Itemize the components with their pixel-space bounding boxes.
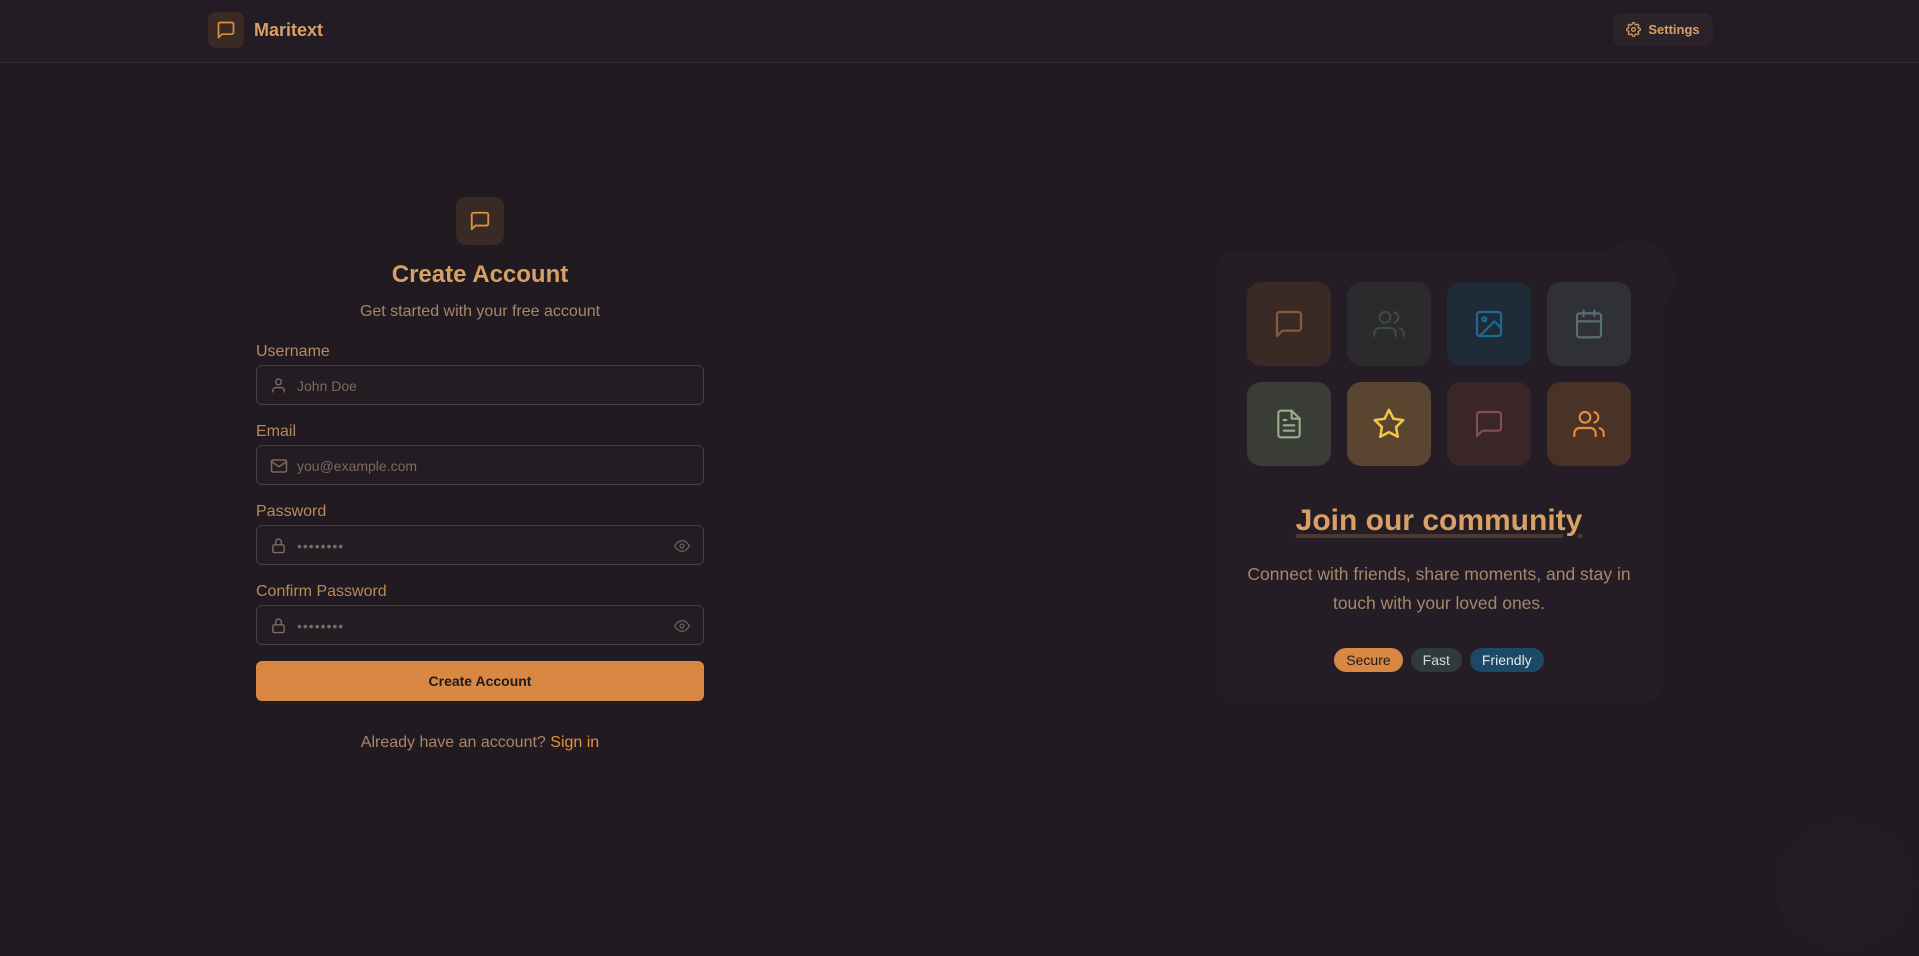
top-navbar: Maritext Settings	[0, 0, 1919, 63]
password-label: Password	[256, 503, 327, 520]
confirm-password-label: Confirm Password	[256, 583, 387, 600]
community-title-text: Join our community	[1295, 504, 1583, 537]
message-square-icon	[208, 12, 244, 48]
tile-documents	[1247, 382, 1331, 466]
signin-prompt: Already have an account? Sign in	[256, 734, 704, 752]
mail-icon	[270, 457, 288, 475]
community-title: Join our community	[1215, 504, 1663, 538]
settings-button[interactable]: Settings	[1613, 13, 1713, 46]
tile-messages	[1247, 282, 1331, 366]
message-square-icon	[1273, 308, 1305, 340]
tile-community	[1547, 382, 1631, 466]
page-title: Create Account	[391, 261, 569, 288]
lock-icon	[270, 537, 287, 554]
signup-form: Create Account Get started with your fre…	[256, 197, 704, 751]
username-label: Username	[256, 343, 330, 360]
email-placeholder: you@example.com	[297, 458, 418, 474]
gear-icon	[1626, 22, 1642, 37]
confirm-password-placeholder: ••••••••	[297, 618, 345, 634]
decorative-glow	[1775, 820, 1915, 950]
email-label: Email	[256, 423, 297, 440]
users-icon	[1373, 308, 1405, 340]
tile-calendar	[1547, 282, 1631, 366]
eye-icon[interactable]	[673, 618, 691, 634]
image-icon	[1473, 308, 1505, 340]
badge-fast: Fast	[1410, 648, 1462, 672]
password-input[interactable]: ••••••••	[256, 525, 704, 565]
eye-icon[interactable]	[673, 538, 691, 554]
brand[interactable]: Maritext	[208, 12, 323, 48]
badge-friendly: Friendly	[1469, 648, 1544, 672]
tile-photos	[1447, 282, 1531, 366]
community-card: Join our community Connect with friends,…	[1215, 250, 1663, 704]
create-account-button[interactable]: Create Account	[256, 661, 704, 701]
feature-badges: Secure Fast Friendly	[1215, 648, 1663, 672]
tile-friends	[1347, 282, 1431, 366]
star-icon	[1372, 407, 1406, 441]
community-description: Connect with friends, share moments, and…	[1247, 564, 1631, 613]
brand-name: Maritext	[254, 19, 324, 40]
settings-label: Settings	[1648, 22, 1700, 37]
signin-link[interactable]: Sign in	[550, 734, 599, 751]
page-subtitle: Get started with your free account	[359, 303, 601, 320]
username-placeholder: John Doe	[297, 378, 357, 394]
confirm-password-input[interactable]: ••••••••	[256, 605, 704, 645]
user-icon	[270, 377, 287, 394]
message-square-icon	[1473, 408, 1505, 440]
file-text-icon	[1273, 408, 1305, 440]
calendar-icon	[1573, 308, 1605, 340]
badge-secure: Secure	[1334, 648, 1403, 672]
lock-icon	[270, 617, 287, 634]
email-input[interactable]: you@example.com	[256, 445, 704, 485]
username-input[interactable]: John Doe	[256, 365, 704, 405]
users-icon	[1573, 408, 1605, 440]
signin-prompt-text: Already have an account?	[360, 734, 546, 751]
tile-favorites	[1347, 382, 1431, 466]
tile-chat	[1447, 382, 1531, 466]
password-placeholder: ••••••••	[297, 538, 345, 554]
message-square-icon	[456, 197, 504, 245]
